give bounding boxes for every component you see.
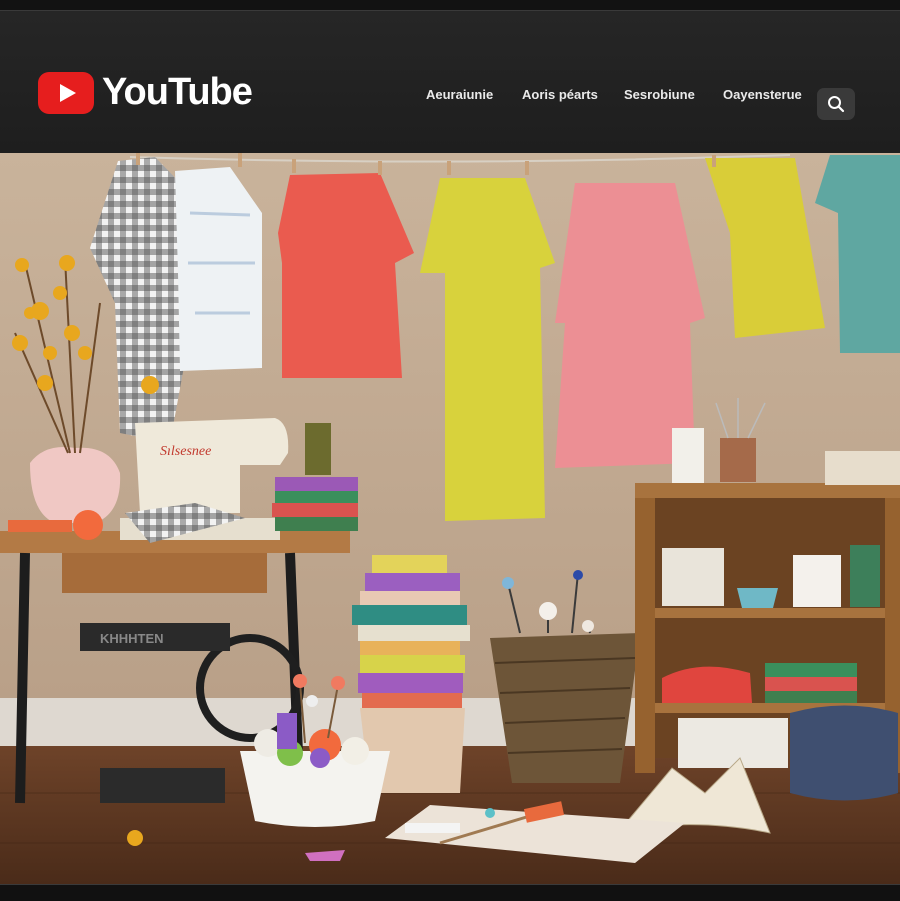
nav-item-3[interactable]: Sesrobiune	[624, 87, 695, 102]
pink-dress	[555, 183, 705, 468]
table-base-label: KHHHTEN	[100, 631, 164, 646]
knit-ottoman	[790, 705, 898, 801]
logo-text: YouTube	[102, 71, 253, 113]
pin-cup	[720, 438, 756, 482]
top-frame-border	[0, 0, 900, 11]
site-header: YouTube Aeuraiunie Aoris péarts Sesrobiu…	[0, 11, 900, 153]
shelf-spool	[672, 428, 704, 483]
nav-item-4[interactable]: Oayensterue	[723, 87, 802, 102]
red-scissors	[8, 520, 72, 532]
nav-item-1[interactable]: Aeuraiunie	[426, 87, 493, 102]
nav-item-2[interactable]: Aoris péarts	[522, 87, 598, 102]
youtube-play-icon	[38, 71, 94, 114]
search-icon	[828, 96, 845, 113]
pincushion	[73, 510, 103, 540]
hero-image: KHHHTEN Sılsesnee	[0, 153, 900, 900]
search-button[interactable]	[817, 88, 855, 120]
thread-spool	[305, 423, 331, 475]
shelf-books-top	[825, 451, 900, 485]
white-shirt	[175, 167, 262, 371]
table-book-stack	[272, 477, 358, 531]
bottom-frame-border	[0, 884, 900, 901]
youtube-logo[interactable]: YouTube	[38, 71, 253, 114]
sewing-machine-label: Sılsesnee	[160, 444, 211, 459]
